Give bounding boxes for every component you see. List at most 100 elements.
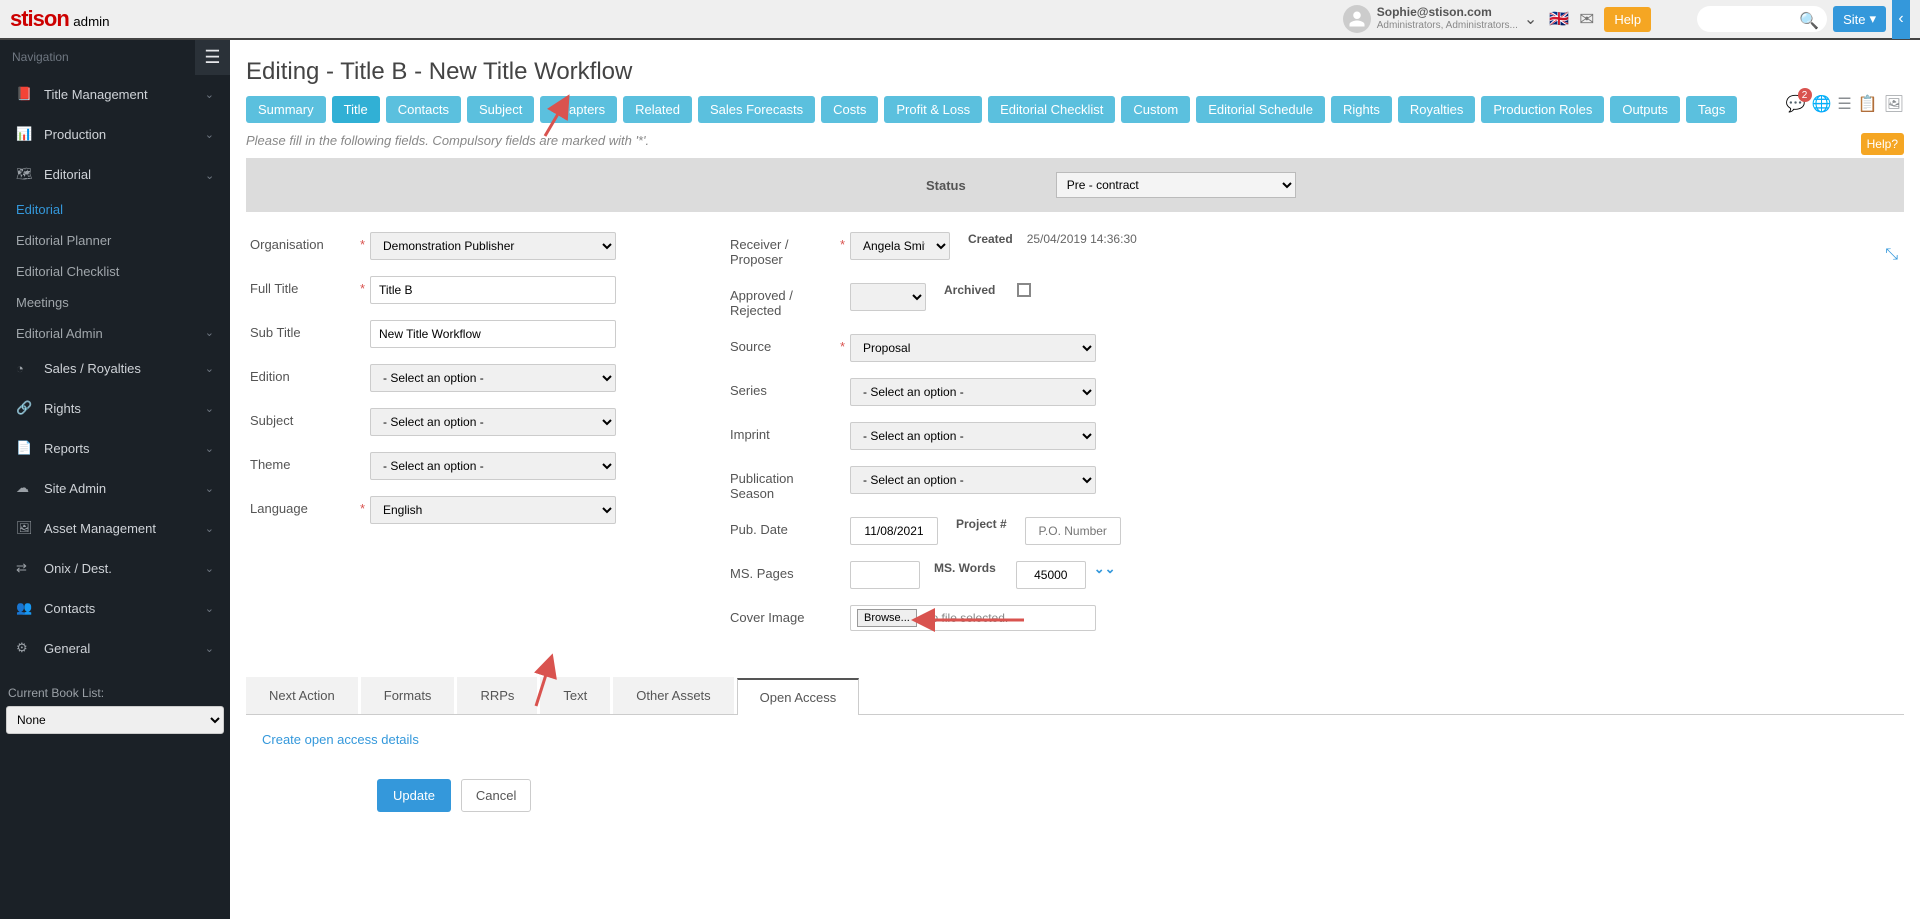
tab-title[interactable]: Title bbox=[332, 96, 380, 123]
cover-image-file[interactable]: Browse... No file selected. bbox=[850, 605, 1096, 631]
sidebar-item-contacts[interactable]: 👥Contacts⌄ bbox=[0, 588, 230, 628]
tab-contacts[interactable]: Contacts bbox=[386, 96, 461, 123]
logo: stison admin bbox=[10, 6, 110, 32]
sidebar-item-general[interactable]: ⚙General⌄ bbox=[0, 628, 230, 668]
help-button[interactable]: Help bbox=[1604, 7, 1651, 32]
pub-season-select[interactable]: - Select an option - bbox=[850, 466, 1096, 494]
gear-icon: ⚙ bbox=[16, 640, 34, 656]
source-select[interactable]: Proposal bbox=[850, 334, 1096, 362]
subtabs: Next ActionFormatsRRPsTextOther AssetsOp… bbox=[246, 677, 1904, 715]
archived-checkbox[interactable] bbox=[1017, 283, 1031, 297]
tab-editorial-schedule[interactable]: Editorial Schedule bbox=[1196, 96, 1325, 123]
chevron-down-icon: ⌄ bbox=[205, 522, 214, 535]
booklist-select[interactable]: None bbox=[6, 706, 224, 734]
expand-icon[interactable]: ⌄⌄ bbox=[1094, 561, 1116, 577]
theme-select[interactable]: - Select an option - bbox=[370, 452, 616, 480]
tab-custom[interactable]: Custom bbox=[1121, 96, 1190, 123]
imprint-select[interactable]: - Select an option - bbox=[850, 422, 1096, 450]
tab-production-roles[interactable]: Production Roles bbox=[1481, 96, 1604, 123]
chevron-down-icon: ⌄ bbox=[205, 642, 214, 655]
cloud-icon: ☁ bbox=[16, 480, 34, 496]
sidebar-item-title-management[interactable]: 📕Title Management⌄ bbox=[0, 74, 230, 114]
site-button[interactable]: Site▾ bbox=[1833, 6, 1886, 32]
hamburger-button[interactable]: ☰ bbox=[195, 40, 230, 75]
tab-tags[interactable]: Tags bbox=[1686, 96, 1737, 123]
create-open-access-link[interactable]: Create open access details bbox=[262, 732, 419, 747]
ms-words-input[interactable] bbox=[1016, 561, 1086, 589]
sidebar-item-onix[interactable]: ⇄Onix / Dest.⌄ bbox=[0, 548, 230, 588]
chevron-down-icon: ⌄ bbox=[205, 326, 214, 339]
user-block[interactable]: Sophie@stison.com Administrators, Admini… bbox=[1343, 5, 1538, 33]
tab-editorial-checklist[interactable]: Editorial Checklist bbox=[988, 96, 1115, 123]
receiver-select[interactable]: Angela Smith bbox=[850, 232, 950, 260]
logo-sub: admin bbox=[73, 14, 109, 29]
sidebar-item-reports[interactable]: 📄Reports⌄ bbox=[0, 428, 230, 468]
sidebar-sub-editorial-planner[interactable]: Editorial Planner bbox=[0, 225, 230, 256]
subtab-text[interactable]: Text bbox=[540, 677, 610, 714]
sidebar-item-production[interactable]: 📊Production⌄ bbox=[0, 114, 230, 154]
side-toggle[interactable]: ‹ bbox=[1892, 0, 1910, 39]
browse-button[interactable]: Browse... bbox=[857, 609, 917, 627]
cancel-button[interactable]: Cancel bbox=[461, 779, 531, 812]
envelope-icon[interactable]: ✉ bbox=[1579, 9, 1594, 30]
globe-icon[interactable]: 🌐 bbox=[1812, 94, 1832, 114]
subtab-next-action[interactable]: Next Action bbox=[246, 677, 358, 714]
pub-date-input[interactable] bbox=[850, 517, 938, 545]
search-icon[interactable]: 🔍 bbox=[1799, 11, 1819, 31]
status-select[interactable]: Pre - contract bbox=[1056, 172, 1296, 198]
organisation-select[interactable]: Demonstration Publisher bbox=[370, 232, 616, 260]
image-icon[interactable]: 🖼 bbox=[1884, 94, 1904, 114]
tab-sales-forecasts[interactable]: Sales Forecasts bbox=[698, 96, 815, 123]
sidebar-sub-editorial-checklist[interactable]: Editorial Checklist bbox=[0, 256, 230, 287]
note-icon[interactable]: 📋 bbox=[1858, 94, 1878, 114]
help-question-button[interactable]: Help? bbox=[1861, 133, 1904, 155]
sidebar-sub-editorial[interactable]: Editorial bbox=[0, 194, 230, 225]
sidebar-sub-editorial-admin[interactable]: Editorial Admin⌄ bbox=[0, 318, 230, 349]
tab-related[interactable]: Related bbox=[623, 96, 692, 123]
created-label: Created bbox=[968, 232, 1013, 246]
no-file-text: No file selected. bbox=[923, 611, 1008, 625]
status-label: Status bbox=[926, 178, 966, 193]
sidebar-item-editorial[interactable]: 🗺Editorial⌃ bbox=[0, 154, 230, 194]
tab-summary[interactable]: Summary bbox=[246, 96, 326, 123]
tab-costs[interactable]: Costs bbox=[821, 96, 878, 123]
created-value: 25/04/2019 14:36:30 bbox=[1027, 232, 1137, 246]
tab-outputs[interactable]: Outputs bbox=[1610, 96, 1680, 123]
update-button[interactable]: Update bbox=[377, 779, 451, 812]
sidebar-item-rights[interactable]: 🔗Rights⌄ bbox=[0, 388, 230, 428]
edition-select[interactable]: - Select an option - bbox=[370, 364, 616, 392]
collapse-icon[interactable]: ⤡ bbox=[1885, 246, 1898, 264]
full-title-input[interactable] bbox=[370, 276, 616, 304]
subject-select[interactable]: - Select an option - bbox=[370, 408, 616, 436]
approved-select[interactable] bbox=[850, 283, 926, 311]
theme-label: Theme bbox=[250, 452, 360, 472]
sidebar-item-asset-management[interactable]: 🖼Asset Management⌄ bbox=[0, 508, 230, 548]
list-icon[interactable]: ☰ bbox=[1837, 94, 1851, 114]
language-select[interactable]: English bbox=[370, 496, 616, 524]
sidebar-item-site-admin[interactable]: ☁Site Admin⌄ bbox=[0, 468, 230, 508]
sub-title-input[interactable] bbox=[370, 320, 616, 348]
subtab-formats[interactable]: Formats bbox=[361, 677, 455, 714]
tab-chapters[interactable]: Chapters bbox=[540, 96, 617, 123]
document-icon: 📄 bbox=[16, 440, 34, 456]
subtab-rrps[interactable]: RRPs bbox=[457, 677, 537, 714]
sidebar-item-sales-royalties[interactable]: ◔Sales / Royalties⌄ bbox=[0, 349, 230, 388]
comments-icon[interactable]: 💬2 bbox=[1786, 94, 1806, 114]
subtab-other-assets[interactable]: Other Assets bbox=[613, 677, 733, 714]
tab-subject[interactable]: Subject bbox=[467, 96, 534, 123]
tab-royalties[interactable]: Royalties bbox=[1398, 96, 1475, 123]
sub-title-label: Sub Title bbox=[250, 320, 360, 340]
tab-profit-loss[interactable]: Profit & Loss bbox=[884, 96, 982, 123]
booklist-label: Current Book List: bbox=[0, 668, 230, 706]
series-select[interactable]: - Select an option - bbox=[850, 378, 1096, 406]
sidebar-sub-meetings[interactable]: Meetings bbox=[0, 287, 230, 318]
chevron-down-icon: ⌄ bbox=[205, 362, 214, 375]
pub-season-label: Publication Season bbox=[730, 466, 840, 501]
subtab-open-access[interactable]: Open Access bbox=[737, 678, 860, 715]
project-input[interactable] bbox=[1025, 517, 1121, 545]
ms-pages-input[interactable] bbox=[850, 561, 920, 589]
flag-icon[interactable]: 🇬🇧 bbox=[1549, 9, 1569, 29]
tabs-row: SummaryTitleContactsSubjectChaptersRelat… bbox=[246, 96, 1904, 123]
ms-words-label: MS. Words bbox=[934, 561, 996, 575]
tab-rights[interactable]: Rights bbox=[1331, 96, 1392, 123]
